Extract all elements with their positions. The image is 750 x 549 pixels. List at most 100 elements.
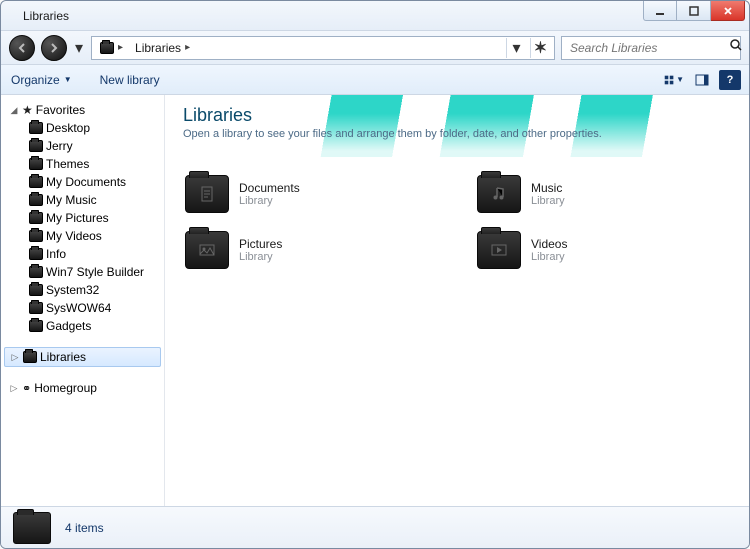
sidebar-item[interactable]: SysWOW64 xyxy=(1,299,164,317)
homegroup-node[interactable]: ▷ ⚭ Homegroup xyxy=(1,379,164,397)
library-meta: DocumentsLibrary xyxy=(239,181,300,207)
search-box[interactable] xyxy=(561,36,741,60)
close-icon xyxy=(722,5,734,17)
sidebar-item-label: My Documents xyxy=(46,175,126,189)
window-buttons xyxy=(643,1,745,21)
sidebar-item[interactable]: My Music xyxy=(1,191,164,209)
folder-icon xyxy=(29,284,43,296)
library-item[interactable]: MusicLibrary xyxy=(477,175,729,213)
chevron-down-icon: ▼ xyxy=(676,75,684,84)
sidebar-item[interactable]: Gadgets xyxy=(1,317,164,335)
sidebar-item[interactable]: System32 xyxy=(1,281,164,299)
library-folder-icon xyxy=(185,175,229,213)
library-name: Videos xyxy=(531,237,567,251)
sidebar-item[interactable]: Themes xyxy=(1,155,164,173)
preview-pane-icon xyxy=(695,73,709,87)
address-segment[interactable]: Libraries ▸ xyxy=(131,39,194,57)
sidebar-item[interactable]: My Pictures xyxy=(1,209,164,227)
sidebar-item-label: My Videos xyxy=(46,229,102,243)
sidebar-item[interactable]: My Videos xyxy=(1,227,164,245)
view-options-button[interactable]: ▼ xyxy=(663,70,685,90)
star-icon: ★ xyxy=(22,103,33,117)
new-library-button[interactable]: New library xyxy=(100,73,160,87)
tree-view[interactable]: ◢ ★ Favorites Desktop Jerry Themes My Docum… xyxy=(1,95,164,506)
search-input[interactable] xyxy=(568,40,729,56)
folder-icon xyxy=(29,194,43,206)
page-subtitle: Open a library to see your files and arr… xyxy=(183,128,731,140)
organize-label: Organize xyxy=(11,73,60,87)
sidebar-item-label: My Music xyxy=(46,193,97,207)
folder-icon xyxy=(29,230,43,242)
library-header: Libraries Open a library to see your fil… xyxy=(165,95,749,157)
favorites-children: Desktop Jerry Themes My Documents My Music My… xyxy=(1,119,164,335)
sidebar-item-label: Gadgets xyxy=(46,319,91,333)
library-item[interactable]: PicturesLibrary xyxy=(185,231,437,269)
address-segment-label: Libraries xyxy=(135,41,181,55)
homegroup-label: Homegroup xyxy=(34,381,97,395)
library-item[interactable]: DocumentsLibrary xyxy=(185,175,437,213)
organize-menu[interactable]: Organize ▼ xyxy=(11,73,72,87)
sidebar-item[interactable]: Desktop xyxy=(1,119,164,137)
chevron-right-icon: ▸ xyxy=(118,42,123,53)
folder-icon xyxy=(13,512,51,544)
forward-button[interactable] xyxy=(41,35,67,61)
sidebar-item[interactable]: Jerry xyxy=(1,137,164,155)
view-icon xyxy=(664,73,674,87)
navigation-bar: ▾ ▸ Libraries ▸ ▾ ✶ xyxy=(1,31,749,65)
forward-arrow-icon xyxy=(48,42,60,54)
folder-icon xyxy=(29,158,43,170)
maximize-icon xyxy=(688,5,700,17)
library-meta: PicturesLibrary xyxy=(239,237,282,263)
preview-pane-button[interactable] xyxy=(691,70,713,90)
library-type: Library xyxy=(531,251,567,263)
folder-icon xyxy=(29,176,43,188)
homegroup-group: ▷ ⚭ Homegroup xyxy=(1,379,164,397)
sidebar-item-label: System32 xyxy=(46,283,99,297)
maximize-button[interactable] xyxy=(677,1,711,21)
sidebar-item-label: SysWOW64 xyxy=(46,301,111,315)
libraries-node[interactable]: ▷ Libraries xyxy=(4,347,161,367)
back-button[interactable] xyxy=(9,35,35,61)
address-root[interactable]: ▸ xyxy=(96,40,127,56)
favorites-header[interactable]: ◢ ★ Favorites xyxy=(1,101,164,119)
details-pane: 4 items xyxy=(1,506,749,548)
library-name: Pictures xyxy=(239,237,282,251)
sidebar-item-label: Desktop xyxy=(46,121,90,135)
close-button[interactable] xyxy=(711,1,745,21)
library-type: Library xyxy=(239,195,300,207)
titlebar: Libraries xyxy=(1,1,749,31)
collapse-icon[interactable]: ◢ xyxy=(9,105,19,116)
address-bar[interactable]: ▸ Libraries ▸ ▾ ✶ xyxy=(91,36,555,60)
sidebar-item-label: Win7 Style Builder xyxy=(46,265,144,279)
sidebar-item-label: Jerry xyxy=(46,139,73,153)
folder-icon xyxy=(29,302,43,314)
page-title: Libraries xyxy=(183,105,731,126)
sidebar-item-label: Info xyxy=(46,247,66,261)
help-icon: ? xyxy=(727,74,734,86)
window-title: Libraries xyxy=(23,9,69,23)
expand-icon[interactable]: ▷ xyxy=(9,383,19,394)
expand-icon[interactable]: ▷ xyxy=(10,352,20,363)
sidebar-item-label: My Pictures xyxy=(46,211,109,225)
library-type: Library xyxy=(531,195,565,207)
folder-icon xyxy=(29,320,43,332)
sidebar-item[interactable]: Info xyxy=(1,245,164,263)
libraries-icon xyxy=(100,42,114,54)
address-dropdown[interactable]: ▾ xyxy=(506,38,526,58)
libraries-icon xyxy=(23,351,37,363)
chevron-right-icon: ▸ xyxy=(185,42,190,53)
minimize-button[interactable] xyxy=(643,1,677,21)
folder-icon xyxy=(29,122,43,134)
folder-icon xyxy=(29,212,43,224)
explorer-window: Libraries ▾ ▸ Librari xyxy=(0,0,750,549)
sidebar-item[interactable]: My Documents xyxy=(1,173,164,191)
folder-icon xyxy=(29,248,43,260)
help-button[interactable]: ? xyxy=(719,70,741,90)
favorites-label: Favorites xyxy=(36,103,85,117)
history-dropdown[interactable]: ▾ xyxy=(73,35,85,61)
folder-icon xyxy=(29,266,43,278)
library-item[interactable]: VideosLibrary xyxy=(477,231,729,269)
chevron-down-icon: ▼ xyxy=(64,75,72,84)
refresh-button[interactable]: ✶ xyxy=(530,38,550,58)
sidebar-item[interactable]: Win7 Style Builder xyxy=(1,263,164,281)
